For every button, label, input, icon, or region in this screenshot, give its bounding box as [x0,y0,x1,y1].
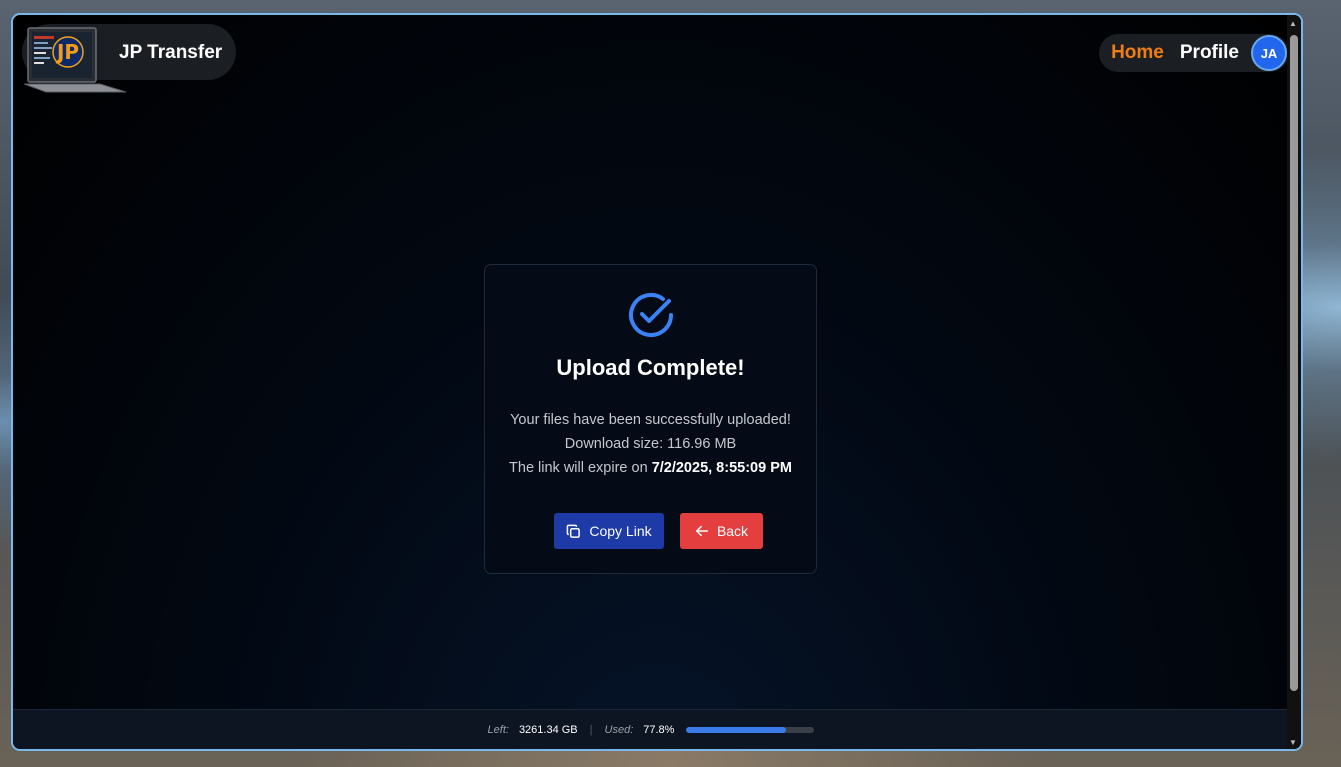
top-nav: Home Profile JA [1099,34,1289,72]
back-label: Back [716,523,749,539]
check-circle-icon [629,293,673,337]
app-window: JP JP Transfer Home Profile JA Upload Co… [11,13,1303,751]
avatar[interactable]: JA [1251,35,1287,71]
left-label: Left: [487,723,509,736]
arrow-left-icon [695,525,708,537]
copy-link-button[interactable]: Copy Link [554,513,664,549]
copy-link-label: Copy Link [589,523,652,539]
nav-home-link[interactable]: Home [1111,42,1164,64]
nav-profile-link[interactable]: Profile [1180,42,1239,64]
used-value: 77.8% [643,723,675,736]
laptop-logo-icon: JP [24,27,127,93]
upload-complete-card: Upload Complete! Your files have been su… [484,264,817,574]
copy-icon [567,524,581,538]
expire-info: The link will expire on 7/2/2025, 8:55:0… [485,460,816,476]
expire-date: 7/2/2025, 8:55:09 PM [651,460,792,476]
back-button[interactable]: Back [680,513,763,549]
storage-progress-bar [686,726,815,733]
brand-pill[interactable]: JP JP Transfer [22,24,236,93]
scroll-down-icon[interactable]: ▼ [1289,738,1297,747]
download-size: Download size: 116.96 MB [564,436,737,452]
storage-footer: Left: 3261.34 GB | Used: 77.8% [13,709,1289,749]
scroll-up-icon[interactable]: ▲ [1289,19,1297,28]
page-title: Upload Complete! [556,355,745,380]
left-value: 3261.34 GB [518,723,578,736]
expire-prefix: The link will expire on [509,460,652,476]
app-name: JP Transfer [119,42,223,63]
scrollbar[interactable]: ▲ ▼ [1287,15,1301,749]
success-message: Your files have been successfully upload… [510,412,791,428]
used-label: Used: [604,723,634,736]
storage-progress-fill [686,726,787,733]
logo-text: JP [55,40,79,64]
footer-separator: | [589,723,593,736]
scroll-thumb[interactable] [1290,35,1298,691]
